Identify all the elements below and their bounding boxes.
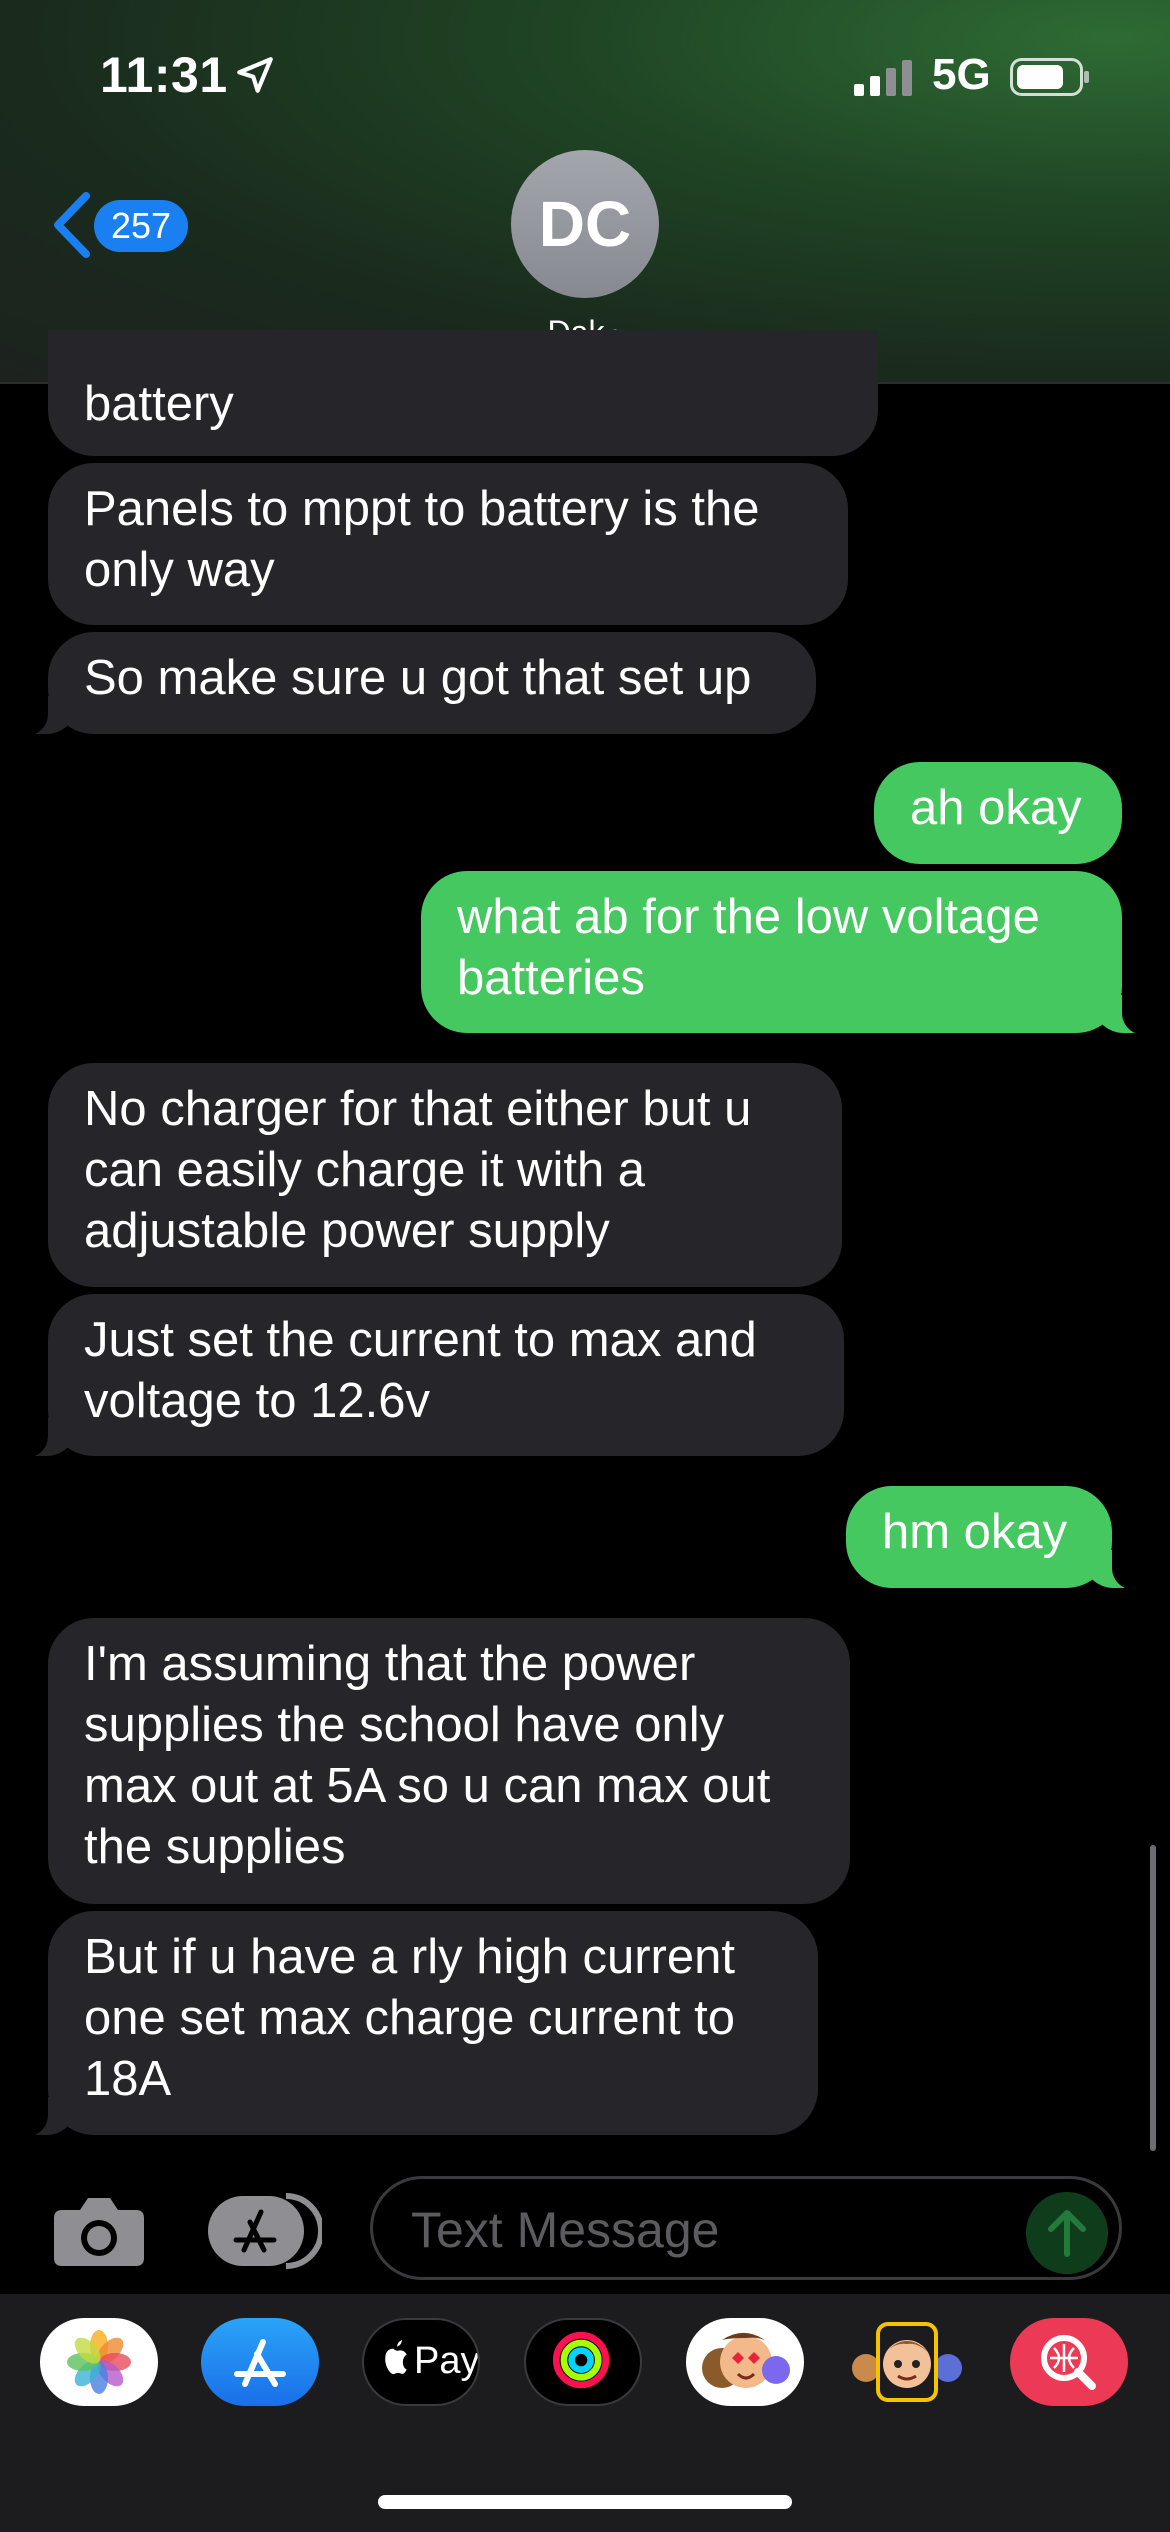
status-time: 11:31 [100,47,228,103]
location-arrow-icon [237,57,273,93]
app-store-icon[interactable] [201,2318,319,2406]
message-bubble-incoming[interactable]: So make sure u got that set up [18,632,816,736]
message-bubble-incoming[interactable]: Just set the current to max and voltage … [18,1294,844,1458]
message-bubble-outgoing[interactable]: ah okay [874,762,1122,864]
message-input-placeholder: Text Message [411,2202,720,2258]
unread-count-badge[interactable]: 257 [94,200,188,252]
contact-avatar[interactable]: DC [511,150,659,298]
camera-icon[interactable] [52,2194,146,2268]
message-bubble-incoming[interactable]: I'm assuming that the power supplies the… [48,1618,850,1904]
message-input[interactable]: Text Message [370,2176,1122,2280]
home-indicator[interactable] [378,2495,792,2509]
message-bubble-incoming[interactable]: Panels to mppt to battery is the only wa… [48,463,848,625]
network-type: 5G [932,50,991,99]
signal-strength-icon [854,60,912,96]
back-chevron-icon[interactable] [48,190,94,260]
search-images-icon[interactable] [1010,2318,1128,2406]
message-bubble-incoming[interactable]: No charger for that either but u can eas… [48,1063,842,1287]
message-bubble-outgoing[interactable]: hm okay [846,1486,1142,1590]
app-store-drawer-icon[interactable] [206,2192,322,2270]
message-bubble-incoming[interactable]: battery [48,330,878,456]
conversation-header: 11:31 5G 257 DC Dak› [0,0,1170,384]
send-arrow-icon[interactable] [1026,2192,1108,2274]
message-bubble-outgoing[interactable]: what ab for the low voltage batteries [421,871,1152,1035]
apple-pay-icon[interactable]: Pay [362,2318,480,2406]
message-bubble-incoming[interactable]: But if u have a rly high current one set… [18,1911,818,2137]
memoji-icon[interactable] [848,2318,966,2406]
activity-icon[interactable] [524,2318,642,2406]
memoji-stickers-icon[interactable] [686,2318,804,2406]
photos-icon[interactable] [40,2318,158,2406]
scrollbar[interactable] [1150,1845,1156,2151]
apple-pay-label: Pay [414,2340,480,2382]
battery-icon [1010,58,1089,96]
